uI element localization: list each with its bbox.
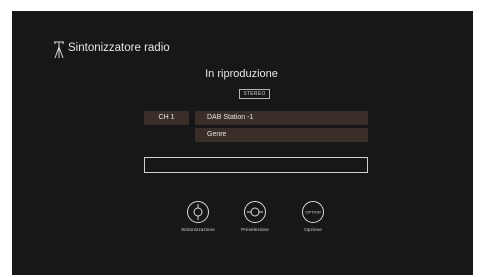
page-title: Sintonizzatore radio — [68, 42, 170, 54]
stereo-badge: STEREO — [239, 89, 270, 99]
antenna-icon — [54, 41, 64, 59]
option-button[interactable]: OPTION Opzione — [283, 200, 343, 233]
tuning-button[interactable]: Sintonizzazione — [168, 200, 228, 233]
tuning-dial-icon — [187, 201, 209, 223]
option-icon: OPTION — [302, 201, 324, 223]
preset-label: Preselezione — [241, 228, 269, 233]
station-name: DAB Station -1 — [195, 111, 368, 125]
channel-number: CH 1 — [144, 111, 189, 125]
tuning-label: Sintonizzazione — [181, 228, 215, 233]
option-label: Opzione — [304, 228, 322, 233]
preset-icon — [244, 201, 266, 223]
playback-status: In riproduzione — [205, 68, 278, 80]
option-icon-text: OPTION — [305, 210, 320, 215]
preset-button[interactable]: Preselezione — [225, 200, 285, 233]
radio-text-box — [144, 157, 368, 173]
station-genre: Genre — [195, 128, 368, 142]
